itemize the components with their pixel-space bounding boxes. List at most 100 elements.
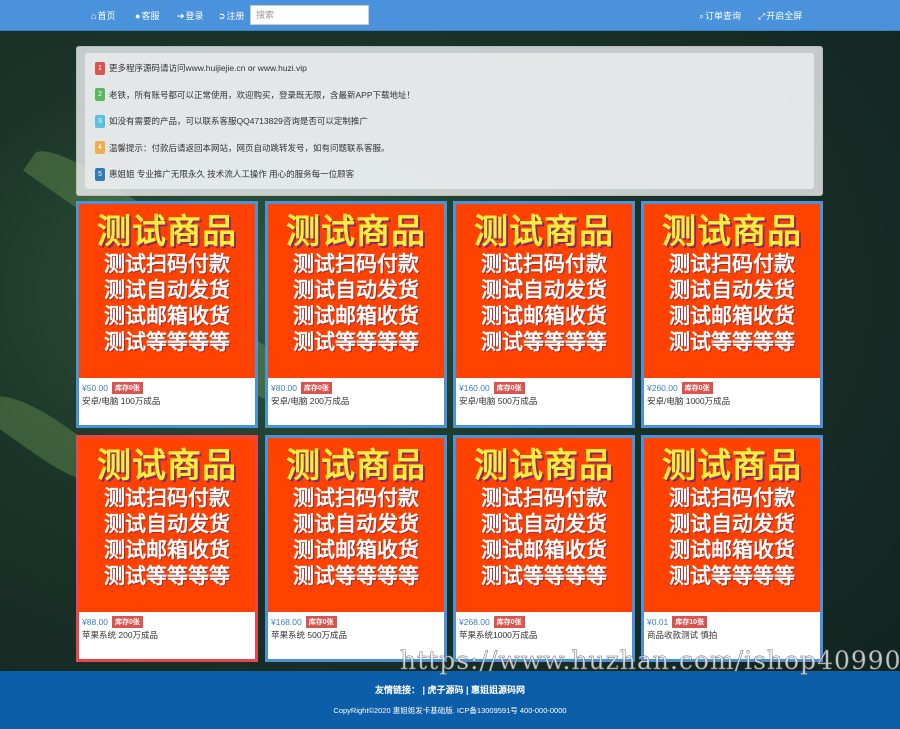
product-name[interactable]: 安卓/电脑 500万成品 (459, 395, 537, 407)
image-title: 测试商品 (662, 213, 802, 251)
notice-number-badge: 1 (95, 61, 105, 75)
stock-badge: 库存0张 (305, 616, 337, 628)
notice-text: 惠姐姐 专业推广无限永久 技术流人工操作 用心的服务每一位顾客 (109, 169, 355, 179)
image-title: 测试商品 (97, 447, 237, 485)
image-line: 测试邮箱收货 (104, 539, 230, 562)
top-navbar: ⌂首页 ●客服 ➔登录 ➲注册 搜索 ⌕订单查询 ⤢开启全屏 (0, 0, 900, 31)
product-image[interactable]: 测试商品 测试扫码付款 测试自动发货 测试邮箱收货 测试等等等等 (456, 438, 632, 612)
nav-register[interactable]: ➲注册 (218, 9, 245, 22)
product-price: ¥88.00 (82, 617, 108, 627)
product-name[interactable]: 苹果系统 500万成品 (271, 629, 347, 641)
image-title: 测试商品 (474, 447, 614, 485)
image-line: 测试扫码付款 (293, 253, 419, 276)
image-line: 测试等等等等 (104, 565, 230, 588)
notice-item: 3 如没有需要的产品，可以联系客服QQ4713829咨询是否可以定制推广 (95, 114, 368, 128)
stock-badge: 库存0张 (493, 382, 525, 394)
stock-badge: 库存0张 (493, 616, 525, 628)
image-line: 测试邮箱收货 (669, 305, 795, 328)
links-label: 友情链接： (374, 685, 420, 695)
notice-text: 更多程序源码请访问www.huijiejie.cn or www.huzi.vi… (109, 63, 307, 73)
product-name[interactable]: 安卓/电脑 100万成品 (82, 395, 160, 407)
image-line: 测试扫码付款 (669, 487, 795, 510)
notice-text: 老铁，所有账号都可以正常使用，欢迎购买，登录既无限，含最新APP下载地址！ (109, 89, 416, 100)
image-line: 测试自动发货 (669, 279, 795, 302)
nav-service[interactable]: ●客服 (135, 9, 159, 22)
product-image[interactable]: 测试商品 测试扫码付款 测试自动发货 测试邮箱收货 测试等等等等 (79, 438, 255, 612)
image-line: 测试自动发货 (293, 279, 419, 302)
footer: 友情链接： | 虎子源码 | 惠姐姐源码网 CopyRight©2020 惠姐姐… (0, 671, 900, 729)
product-card[interactable]: 测试商品 测试扫码付款 测试自动发货 测试邮箱收货 测试等等等等 ¥268.00 库存0张… (453, 435, 635, 662)
nav-login-label: 登录 (185, 11, 204, 21)
image-line: 测试等等等等 (293, 331, 419, 354)
product-price: ¥168.00 (271, 617, 302, 627)
search-icon: ⌕ (699, 11, 705, 21)
login-icon: ➔ (177, 11, 185, 21)
product-price: ¥160.00 (459, 383, 490, 393)
image-title: 测试商品 (286, 447, 426, 485)
product-card[interactable]: 测试商品 测试扫码付款 测试自动发货 测试邮箱收货 测试等等等等 ¥88.00 库存0张 … (76, 435, 258, 662)
image-title: 测试商品 (97, 213, 237, 251)
watermark: https://www.huzhan.com/ishop40990 (400, 646, 900, 676)
product-name[interactable]: 安卓/电脑 200万成品 (271, 395, 349, 407)
product-image[interactable]: 测试商品 测试扫码付款 测试自动发货 测试邮箱收货 测试等等等等 (644, 438, 820, 612)
image-title: 测试商品 (474, 213, 614, 251)
product-name[interactable]: 苹果系统1000万成品 (459, 629, 537, 641)
product-image[interactable]: 测试商品 测试扫码付款 测试自动发货 测试邮箱收货 测试等等等等 (268, 204, 444, 378)
image-line: 测试邮箱收货 (293, 305, 419, 328)
fullscreen-icon: ⤢ (758, 11, 766, 21)
product-card[interactable]: 测试商品 测试扫码付款 测试自动发货 测试邮箱收货 测试等等等等 ¥50.00 库存0张 … (76, 201, 258, 428)
stock-badge: 库存0张 (112, 616, 143, 628)
image-line: 测试等等等等 (669, 565, 795, 588)
image-line: 测试扫码付款 (104, 253, 230, 276)
notice-item: 5 惠姐姐 专业推广无限永久 技术流人工操作 用心的服务每一位顾客 (95, 167, 354, 181)
image-line: 测试自动发货 (104, 513, 230, 536)
link-huzi[interactable]: 虎子源码 (427, 685, 463, 695)
home-icon: ⌂ (91, 11, 97, 21)
image-line: 测试自动发货 (481, 279, 607, 302)
image-line: 测试扫码付款 (481, 253, 607, 276)
image-title: 测试商品 (662, 447, 802, 485)
nav-orders[interactable]: ⌕订单查询 (699, 9, 741, 22)
search-input[interactable]: 搜索 (250, 5, 369, 25)
product-name[interactable]: 安卓/电脑 1000万成品 (647, 395, 730, 407)
stock-badge: 库存0张 (681, 382, 713, 394)
image-line: 测试自动发货 (481, 513, 607, 536)
image-line: 测试自动发货 (104, 279, 230, 302)
nav-home[interactable]: ⌂首页 (91, 9, 115, 22)
product-image[interactable]: 测试商品 测试扫码付款 测试自动发货 测试邮箱收货 测试等等等等 (268, 438, 444, 612)
product-card[interactable]: 测试商品 测试扫码付款 测试自动发货 测试邮箱收货 测试等等等等 ¥0.01 库存10张 … (641, 435, 823, 662)
product-price: ¥260.00 (647, 383, 678, 393)
product-price: ¥50.00 (82, 383, 108, 393)
product-card[interactable]: 测试商品 测试扫码付款 测试自动发货 测试邮箱收货 测试等等等等 ¥80.00 库存0张 … (265, 201, 447, 428)
product-card[interactable]: 测试商品 测试扫码付款 测试自动发货 测试邮箱收货 测试等等等等 ¥260.00 库存0张… (641, 201, 823, 428)
product-image[interactable]: 测试商品 测试扫码付款 测试自动发货 测试邮箱收货 测试等等等等 (79, 204, 255, 378)
notice-number-badge: 4 (95, 141, 105, 154)
image-line: 测试等等等等 (481, 565, 607, 588)
product-price: ¥0.01 (647, 617, 669, 627)
notice-number-badge: 2 (95, 88, 105, 101)
stock-badge: 库存0张 (301, 382, 332, 394)
product-card[interactable]: 测试商品 测试扫码付款 测试自动发货 测试邮箱收货 测试等等等等 ¥168.00 库存0张… (265, 435, 447, 662)
notice-number-badge: 5 (95, 167, 105, 181)
notice-text: 温馨提示：付款后请返回本网站，网页自动跳转发号，如有问题联系客服。 (109, 142, 390, 153)
product-price: ¥268.00 (459, 617, 490, 627)
image-title: 测试商品 (286, 213, 426, 251)
nav-orders-label: 订单查询 (705, 11, 742, 21)
friend-links: 友情链接： | 虎子源码 | 惠姐姐源码网 (374, 685, 526, 695)
nav-fullscreen-label: 开启全屏 (766, 11, 803, 21)
link-huijiejie[interactable]: 惠姐姐源码网 (471, 685, 525, 695)
nav-fullscreen[interactable]: ⤢开启全屏 (758, 9, 802, 22)
image-line: 测试等等等等 (669, 331, 795, 354)
image-line: 测试扫码付款 (104, 487, 230, 510)
product-image[interactable]: 测试商品 测试扫码付款 测试自动发货 测试邮箱收货 测试等等等等 (456, 204, 632, 378)
product-name[interactable]: 苹果系统 200万成品 (82, 629, 158, 641)
image-line: 测试邮箱收货 (481, 305, 607, 328)
notice-item: 2 老铁，所有账号都可以正常使用，欢迎购买，登录既无限，含最新APP下载地址！ (95, 88, 415, 102)
product-price: ¥80.00 (271, 383, 297, 393)
product-image[interactable]: 测试商品 测试扫码付款 测试自动发货 测试邮箱收货 测试等等等等 (644, 204, 820, 378)
nav-login[interactable]: ➔登录 (177, 9, 204, 22)
notice-text: 如没有需要的产品，可以联系客服QQ4713829咨询是否可以定制推广 (109, 116, 368, 126)
product-card[interactable]: 测试商品 测试扫码付款 测试自动发货 测试邮箱收货 测试等等等等 ¥160.00 库存0张… (453, 201, 635, 428)
product-name[interactable]: 商品收款测试 慎拍 (647, 629, 717, 641)
stock-badge: 库存10张 (672, 616, 708, 628)
